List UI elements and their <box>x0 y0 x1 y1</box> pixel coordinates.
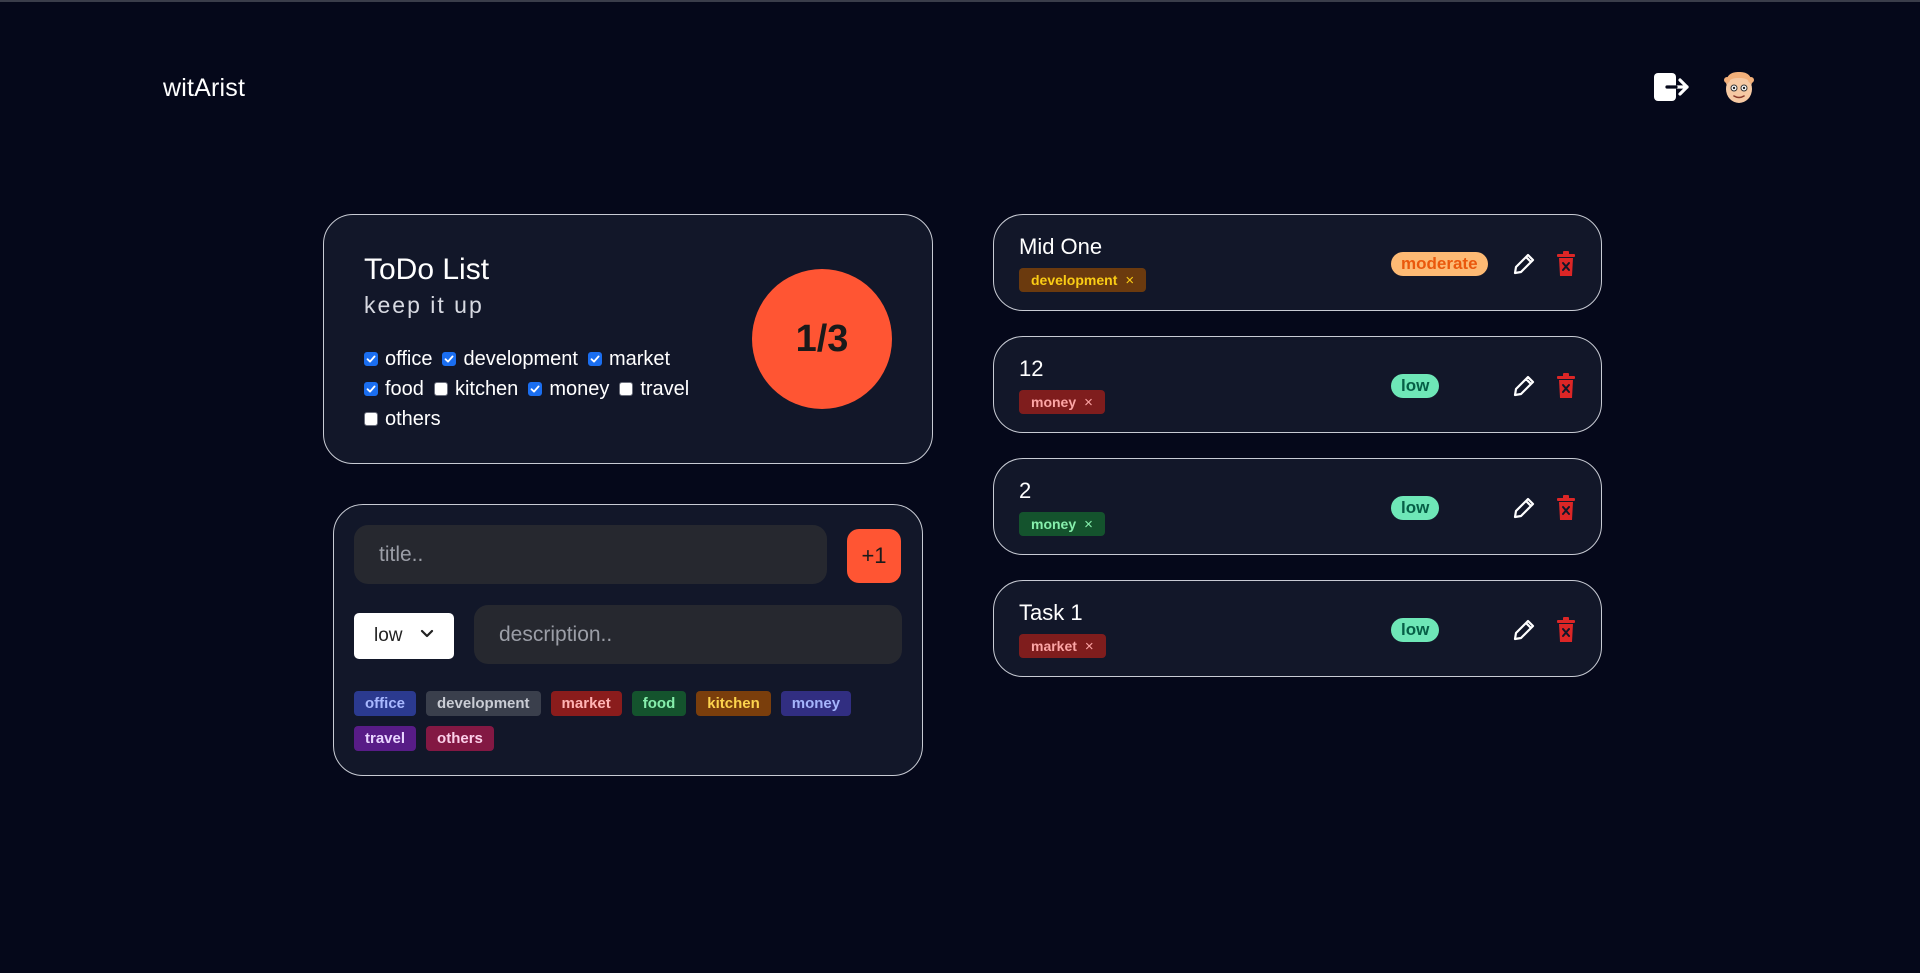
filter-label: money <box>549 377 610 400</box>
filter-money[interactable]: money <box>528 377 609 401</box>
task-title: 2 <box>1019 478 1032 503</box>
remove-tag-icon[interactable]: × <box>1084 516 1093 533</box>
checkbox[interactable] <box>587 352 602 366</box>
filter-label: travel <box>640 377 690 400</box>
priority-badge: low <box>1391 618 1440 642</box>
task-card: 12 money × low <box>993 336 1602 433</box>
checkbox[interactable] <box>364 412 378 426</box>
task-tag-label: market <box>1031 638 1077 654</box>
remove-tag-icon[interactable]: × <box>1085 638 1094 655</box>
edit-icon[interactable] <box>1511 495 1537 521</box>
delete-icon[interactable] <box>1556 495 1576 521</box>
filter-label: development <box>463 347 578 370</box>
filter-office[interactable]: office <box>364 347 432 371</box>
title-input[interactable] <box>354 525 827 584</box>
remove-tag-icon[interactable]: × <box>1084 394 1093 411</box>
logout-icon <box>1654 73 1689 101</box>
filter-label: food <box>385 377 424 400</box>
delete-icon[interactable] <box>1556 617 1576 643</box>
header-actions <box>1652 68 1758 106</box>
progress-counter: 1/3 <box>752 269 892 409</box>
task-tag-label: money <box>1031 394 1077 410</box>
tag-option-money[interactable]: money <box>780 691 852 716</box>
add-task-card: +1 low office development market food ki… <box>333 504 923 776</box>
delete-icon[interactable] <box>1556 251 1576 277</box>
filter-label: others <box>385 407 441 430</box>
checkbox[interactable] <box>528 382 543 396</box>
priority-badge: low <box>1391 496 1440 520</box>
task-title: 12 <box>1019 356 1044 381</box>
page-subtitle: keep it up <box>364 292 484 318</box>
checkbox[interactable] <box>364 382 378 396</box>
tag-picker: office development market food kitchen m… <box>354 691 894 751</box>
tag-option-others[interactable]: others <box>426 726 494 751</box>
filter-label: market <box>608 347 671 370</box>
priority-select[interactable]: low <box>354 613 454 659</box>
task-card: Task 1 market × low <box>993 580 1602 677</box>
filter-development[interactable]: development <box>442 347 578 371</box>
task-tag: development × <box>1019 268 1147 292</box>
checkbox[interactable] <box>442 352 457 366</box>
tag-option-office[interactable]: office <box>354 691 417 716</box>
remove-tag-icon[interactable]: × <box>1125 272 1134 289</box>
tag-option-food[interactable]: food <box>631 691 687 716</box>
task-title: Mid One <box>1019 234 1103 259</box>
task-title: Task 1 <box>1019 600 1083 625</box>
tag-option-development[interactable]: development <box>426 691 541 716</box>
task-tag: money × <box>1019 512 1105 536</box>
checkbox[interactable] <box>433 382 448 396</box>
delete-icon[interactable] <box>1556 373 1576 399</box>
page-title: ToDo List <box>364 253 490 286</box>
brand-logo: witArist <box>163 74 246 102</box>
category-filters: office development market food kitchen m… <box>364 347 734 431</box>
checkbox[interactable] <box>364 352 378 366</box>
checkbox[interactable] <box>619 382 634 396</box>
tag-option-kitchen[interactable]: kitchen <box>696 691 771 716</box>
chevron-down-icon <box>420 629 434 638</box>
filter-travel[interactable]: travel <box>619 377 689 401</box>
priority-badge: low <box>1391 374 1440 398</box>
filter-food[interactable]: food <box>364 377 424 401</box>
logout-button[interactable] <box>1652 71 1692 103</box>
edit-icon[interactable] <box>1511 251 1537 277</box>
tag-option-market[interactable]: market <box>550 691 622 716</box>
edit-icon[interactable] <box>1511 373 1537 399</box>
avatar-face-icon <box>1720 68 1758 106</box>
filter-market[interactable]: market <box>587 347 671 371</box>
avatar[interactable] <box>1720 68 1758 106</box>
task-card: Mid One development × moderate <box>993 214 1602 311</box>
summary-card: ToDo List keep it up office development … <box>323 214 933 464</box>
task-tag-label: money <box>1031 516 1077 532</box>
task-tag-label: development <box>1031 272 1118 288</box>
description-input[interactable] <box>474 605 902 664</box>
filter-label: office <box>385 347 433 370</box>
priority-select-value: low <box>374 625 403 646</box>
filter-kitchen[interactable]: kitchen <box>433 377 519 401</box>
priority-badge: moderate <box>1391 252 1488 276</box>
add-task-button[interactable]: +1 <box>847 529 901 583</box>
tag-option-travel[interactable]: travel <box>354 726 417 751</box>
filter-others[interactable]: others <box>364 407 441 431</box>
filter-label: kitchen <box>454 377 519 400</box>
task-card: 2 money × low <box>993 458 1602 555</box>
task-tag: market × <box>1019 634 1106 658</box>
task-tag: money × <box>1019 390 1105 414</box>
edit-icon[interactable] <box>1511 617 1537 643</box>
